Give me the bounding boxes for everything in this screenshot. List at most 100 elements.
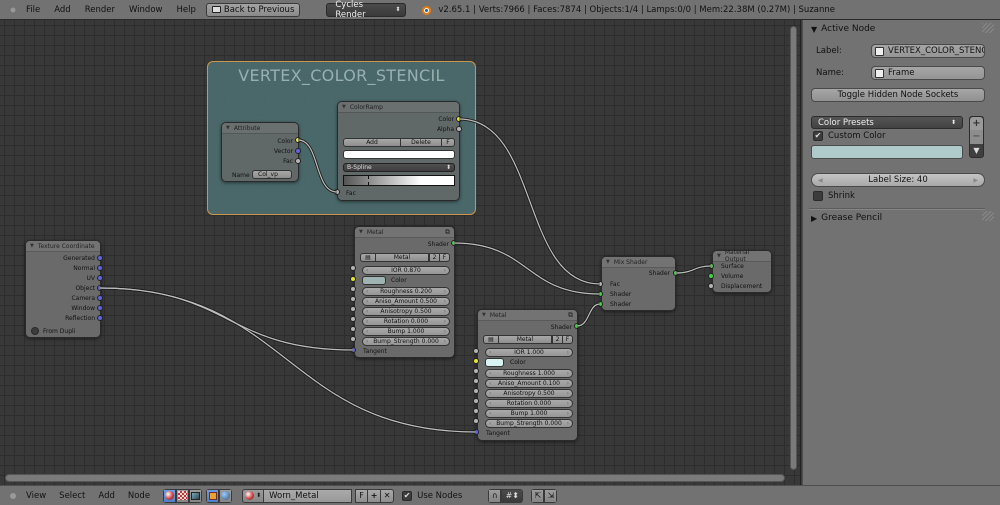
socket-shader1-in[interactable]: [597, 291, 603, 297]
group-edit-icon[interactable]: ⧉: [445, 228, 450, 237]
drag-handle-icon[interactable]: [982, 211, 994, 221]
use-nodes-checkbox[interactable]: ✔: [402, 490, 413, 501]
active-node-panel-header[interactable]: ▼ Active Node: [811, 24, 875, 34]
bump-strength-field[interactable]: Bump_Strength 0.000: [485, 419, 573, 428]
object-shader-button[interactable]: [206, 488, 220, 503]
decrement-arrow-icon[interactable]: ◀: [818, 177, 823, 184]
node-group-name[interactable]: Metal: [498, 335, 552, 344]
custom-color-toggle[interactable]: ✔ Custom Color: [813, 131, 885, 141]
aniso-amount-field[interactable]: Aniso_Amount 0.500: [362, 297, 450, 306]
menu-file[interactable]: File: [26, 5, 40, 15]
roughness-field[interactable]: Roughness 1.000: [485, 369, 573, 378]
shrink-toggle[interactable]: Shrink: [813, 191, 855, 201]
socket-fac-in[interactable]: [334, 189, 340, 195]
group-edit-icon[interactable]: ⧉: [568, 311, 573, 320]
socket-color-out[interactable]: [295, 137, 301, 143]
node-group-browse-icon[interactable]: ▤: [483, 335, 499, 344]
unlink-material-button[interactable]: ✕: [381, 488, 395, 503]
socket-object-out[interactable]: [97, 285, 103, 291]
bump-strength-field[interactable]: Bump_Strength 0.000: [362, 337, 450, 346]
node-group-fake-user[interactable]: F: [562, 335, 573, 344]
attribute-name-field[interactable]: Col_vp: [252, 170, 292, 179]
socket-tangent-in[interactable]: [473, 429, 479, 435]
preset-menu-button[interactable]: ▼: [970, 144, 983, 157]
collapse-icon[interactable]: ▼: [482, 312, 486, 318]
socket-fac-in[interactable]: [597, 281, 603, 287]
socket-vector-out[interactable]: [295, 148, 301, 154]
material-output-node[interactable]: ▼ Material Output Surface Volume Displace…: [712, 249, 772, 293]
anisotropy-field[interactable]: Anisotropy 0.500: [362, 307, 450, 316]
socket-volume-in[interactable]: [708, 273, 714, 279]
drag-handle-icon[interactable]: [982, 23, 994, 33]
colorramp-active-color[interactable]: [343, 150, 455, 159]
socket-aniso-amount-in[interactable]: [350, 296, 356, 302]
collapse-icon[interactable]: ▼: [717, 253, 721, 259]
socket-color-out[interactable]: [456, 116, 462, 122]
colorramp-add-button[interactable]: Add: [343, 138, 401, 147]
mix-shader-node[interactable]: ▼ Mix Shader Shader Fac Shader Shader: [601, 256, 676, 311]
from-dupli-checkbox[interactable]: [31, 327, 39, 335]
fake-user-button[interactable]: F: [355, 488, 369, 503]
anisotropy-field[interactable]: Anisotropy 0.500: [485, 389, 573, 398]
collapse-icon[interactable]: ▼: [30, 243, 34, 249]
socket-anisotropy-in[interactable]: [350, 306, 356, 312]
aniso-amount-field[interactable]: Aniso_Amount 0.100: [485, 379, 573, 388]
socket-shader2-in[interactable]: [597, 301, 603, 307]
label-size-slider[interactable]: ◀ Label Size: 40 ▶: [811, 173, 985, 187]
rotation-field[interactable]: Rotation 0.000: [362, 317, 450, 326]
bump-field[interactable]: Bump 1.000: [485, 409, 573, 418]
ior-field[interactable]: IOR 0.870: [362, 266, 450, 275]
socket-bump-in[interactable]: [473, 408, 479, 414]
socket-surface-in[interactable]: [708, 263, 714, 269]
socket-shader-out[interactable]: [451, 240, 457, 246]
custom-color-swatch[interactable]: [811, 145, 963, 159]
toggle-hidden-sockets-button[interactable]: Toggle Hidden Node Sockets: [811, 88, 985, 102]
socket-rotation-in[interactable]: [473, 398, 479, 404]
colorramp-gradient[interactable]: [343, 175, 455, 186]
back-to-previous-button[interactable]: Back to Previous: [205, 2, 301, 17]
custom-color-checkbox[interactable]: ✔: [813, 131, 823, 141]
node-name-field[interactable]: Frame: [871, 66, 985, 80]
render-engine-select[interactable]: Cycles Render ⬍: [326, 0, 407, 20]
socket-camera-out[interactable]: [97, 295, 103, 301]
socket-roughness-in[interactable]: [473, 368, 479, 374]
color-swatch[interactable]: [485, 358, 504, 367]
socket-anisotropy-in[interactable]: [473, 388, 479, 394]
menu-view[interactable]: View: [26, 491, 46, 501]
material-name-field[interactable]: Worn_Metal: [264, 488, 353, 503]
socket-rotation-in[interactable]: [350, 316, 356, 322]
menu-render[interactable]: Render: [85, 5, 115, 15]
node-label-field[interactable]: VERTEX_COLOR_STENCIL: [871, 44, 985, 58]
socket-ior-in[interactable]: [473, 348, 479, 354]
attribute-node[interactable]: ▼ Attribute Color Vector Fac Name Col_vp: [221, 122, 299, 182]
new-material-button[interactable]: +: [368, 488, 382, 503]
node-group-name[interactable]: Metal: [375, 253, 429, 262]
collapse-icon[interactable]: ▼: [342, 104, 346, 110]
socket-ior-in[interactable]: [350, 265, 356, 271]
menu-add[interactable]: Add: [98, 491, 114, 501]
shrink-checkbox[interactable]: [813, 191, 823, 201]
colorramp-flip-button[interactable]: F: [441, 138, 455, 147]
socket-bump-strength-in[interactable]: [350, 336, 356, 342]
world-shader-button[interactable]: [219, 488, 233, 503]
menu-node[interactable]: Node: [128, 491, 150, 501]
collapse-icon[interactable]: ▼: [359, 229, 363, 235]
socket-normal-out[interactable]: [97, 265, 103, 271]
increment-arrow-icon[interactable]: ▶: [973, 177, 978, 184]
socket-shader-out[interactable]: [673, 270, 679, 276]
horizontal-scrollbar[interactable]: [5, 474, 785, 482]
paste-node-tree-button[interactable]: ⇲: [544, 488, 558, 503]
bump-field[interactable]: Bump 1.000: [362, 327, 450, 336]
socket-reflection-out[interactable]: [97, 315, 103, 321]
socket-color-in[interactable]: [350, 276, 356, 282]
socket-generated-out[interactable]: [97, 255, 103, 261]
add-preset-button[interactable]: +: [970, 117, 983, 131]
colorramp-delete-button[interactable]: Delete: [400, 138, 442, 147]
grease-pencil-panel-header[interactable]: ▶ Grease Pencil: [811, 213, 882, 223]
material-browse-button[interactable]: ⬍: [242, 488, 265, 503]
use-nodes-toggle[interactable]: ✔ Use Nodes: [402, 490, 462, 501]
copy-node-tree-button[interactable]: ⇱: [531, 488, 545, 503]
rotation-field[interactable]: Rotation 0.000: [485, 399, 573, 408]
socket-bump-strength-in[interactable]: [473, 418, 479, 424]
socket-alpha-out[interactable]: [456, 126, 462, 132]
